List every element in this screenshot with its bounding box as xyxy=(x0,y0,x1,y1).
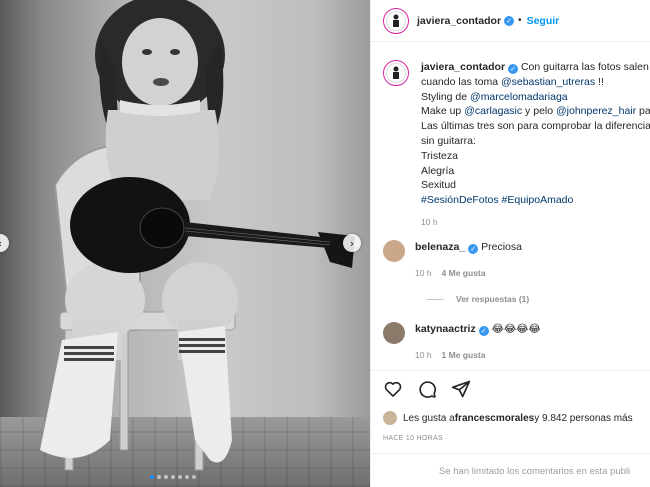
carousel-dot-6 xyxy=(185,475,189,479)
carousel-dot-7 xyxy=(192,475,196,479)
replies-line xyxy=(426,298,444,300)
likes-prefix: Les gusta a xyxy=(403,412,455,424)
liker-avatar[interactable] xyxy=(383,411,397,425)
caption-time[interactable]: 10 h xyxy=(421,215,650,230)
liker-username[interactable]: francescmorales xyxy=(455,413,535,424)
verified-badge-icon: ✓ xyxy=(508,64,519,74)
comment-text: 😂😂😂😂 xyxy=(491,323,541,335)
caption-author-username[interactable]: javiera_contador xyxy=(421,61,505,73)
caption-line: Tristeza xyxy=(421,149,458,162)
comment-time[interactable]: 10 h xyxy=(415,268,432,278)
avatar-figure-icon xyxy=(393,14,399,27)
mention-link[interactable]: @sebastian_utreras xyxy=(501,76,595,88)
post-caption: javiera_contador ✓ Con guitarra las fotos… xyxy=(383,60,650,230)
caption-line: Sexitud xyxy=(421,179,457,192)
heart-icon[interactable] xyxy=(383,379,403,399)
comment-likes[interactable]: 1 Me gusta xyxy=(442,350,486,360)
verified-badge-icon: ✓ xyxy=(478,326,489,336)
carousel-dot-2 xyxy=(157,475,161,479)
commenter-avatar[interactable] xyxy=(383,240,405,262)
comment-body: katynaactriz ✓ 😂😂😂😂 10 h 1 Me gusta xyxy=(415,322,541,362)
likes-count[interactable]: y 9.842 personas más xyxy=(534,413,632,424)
carousel-next-button[interactable]: › xyxy=(343,234,361,252)
caption-line: !! xyxy=(595,75,604,88)
comment-item: katynaactriz ✓ 😂😂😂😂 10 h 1 Me gusta xyxy=(383,322,650,362)
post-photo[interactable]: ‹ › xyxy=(0,0,370,487)
carousel-dots xyxy=(150,475,196,479)
mention-link[interactable]: @carlagasic xyxy=(464,105,522,117)
comment-body: belenaza_ ✓ Preciosa 10 h 4 Me gusta xyxy=(415,240,522,280)
post-side-panel: javiera_contador ✓ • Seguir javiera_cont… xyxy=(370,0,650,487)
comment-text: Preciosa xyxy=(481,241,522,253)
caption-line: y pelo xyxy=(522,105,556,118)
photo-scene xyxy=(40,0,355,471)
caption-line: Styling de xyxy=(421,90,471,103)
caption-author-avatar[interactable] xyxy=(383,60,409,86)
carousel-dot-3 xyxy=(164,475,168,479)
post-header: javiera_contador ✓ • Seguir xyxy=(371,0,650,42)
mention-link[interactable]: @johnperez_hair xyxy=(556,105,636,117)
carousel-dot-5 xyxy=(178,475,182,479)
caption-line: Alegría xyxy=(421,164,455,177)
caption-line: pa xyxy=(636,105,650,118)
comment-item: belenaza_ ✓ Preciosa 10 h 4 Me gusta xyxy=(383,240,650,280)
verified-badge-icon: ✓ xyxy=(468,244,479,254)
caption-line: cuando las toma xyxy=(421,75,501,88)
separator-dot: • xyxy=(518,15,522,26)
comment-likes[interactable]: 4 Me gusta xyxy=(442,268,486,278)
likes-summary: Les gusta a francescmorales y 9.842 pers… xyxy=(383,411,633,425)
view-replies-button[interactable]: Ver respuestas (1) xyxy=(426,294,529,304)
follow-button[interactable]: Seguir xyxy=(527,15,560,27)
view-replies-label: Ver respuestas (1) xyxy=(456,294,530,304)
mention-link[interactable]: @marcelomadariaga xyxy=(470,91,568,103)
share-icon[interactable] xyxy=(451,379,471,399)
caption-line: Las últimas tres son para comprobar la d… xyxy=(421,120,650,133)
avatar-figure-icon xyxy=(393,66,399,79)
post-timestamp[interactable]: HACE 10 HORAS xyxy=(383,435,443,442)
author-avatar[interactable] xyxy=(383,7,409,34)
post-actions: Les gusta a francescmorales y 9.842 pers… xyxy=(371,370,650,487)
caption-line: Make up xyxy=(421,105,465,118)
commenter-username[interactable]: katynaactriz xyxy=(415,323,476,335)
comments-limited-notice: Se han limitado los comentarios en esta … xyxy=(371,453,650,477)
caption-text: javiera_contador ✓ Con guitarra las fotos… xyxy=(421,60,650,230)
hashtag-links[interactable]: #SesiónDeFotos #EquipoAmado xyxy=(421,193,650,208)
comment-time[interactable]: 10 h xyxy=(415,350,432,360)
commenter-avatar[interactable] xyxy=(383,322,405,344)
carousel-dot-4 xyxy=(171,475,175,479)
verified-badge-icon: ✓ xyxy=(504,15,515,26)
caption-line: Con guitarra las fotos salen m xyxy=(520,61,650,73)
author-username[interactable]: javiera_contador xyxy=(417,15,501,27)
commenter-username[interactable]: belenaza_ xyxy=(415,241,465,253)
carousel-dot-1 xyxy=(150,475,154,479)
comment-icon[interactable] xyxy=(417,379,437,399)
caption-line: sin guitarra: xyxy=(421,134,476,147)
